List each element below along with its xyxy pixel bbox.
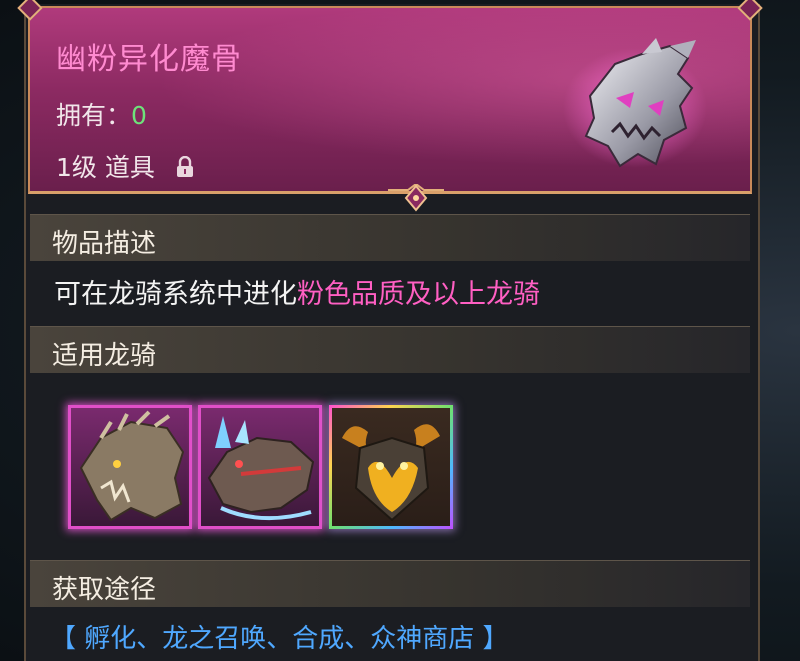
owned-label: 拥有： bbox=[56, 101, 132, 130]
acquisition-section-header: 获取途径 bbox=[30, 560, 750, 607]
rider-card-ice-dragon[interactable] bbox=[198, 405, 322, 529]
owned-count: 0 bbox=[131, 101, 147, 130]
owned-row: 拥有：0 bbox=[56, 96, 147, 132]
item-name: 幽粉异化魔骨 bbox=[56, 42, 242, 77]
lock-icon bbox=[175, 155, 195, 177]
description-highlight: 粉色品质及以上龙骑 bbox=[297, 279, 540, 310]
bone-dragon-head-icon bbox=[79, 410, 185, 522]
description-text: 可在龙骑系统中进化 bbox=[54, 279, 297, 310]
applicable-riders-section-header: 适用龙骑 bbox=[30, 326, 750, 373]
level-row: 1级 道具 bbox=[56, 148, 195, 184]
rider-card-bone-dragon[interactable] bbox=[68, 405, 192, 529]
item-header: 幽粉异化魔骨 拥有：0 1级 道具 bbox=[28, 6, 752, 212]
rider-card-flame-demon-dragon[interactable] bbox=[329, 405, 453, 529]
applicable-riders-section-title: 适用龙骑 bbox=[52, 341, 157, 371]
acquisition-section-title: 获取途径 bbox=[52, 575, 157, 605]
demon-bone-skull-icon bbox=[560, 36, 710, 181]
description-section-title: 物品描述 bbox=[52, 229, 157, 259]
acquisition-sources[interactable]: 【 孵化、龙之召唤、合成、众神商店 】 bbox=[50, 618, 509, 655]
item-level-label: 1级 道具 bbox=[56, 153, 155, 182]
ice-dragon-head-icon bbox=[207, 416, 315, 521]
flame-demon-dragon-icon bbox=[342, 424, 440, 522]
item-description: 可在龙骑系统中进化粉色品质及以上龙骑 bbox=[54, 272, 540, 311]
header-ornament-icon bbox=[388, 184, 444, 212]
description-section-header: 物品描述 bbox=[30, 214, 750, 261]
